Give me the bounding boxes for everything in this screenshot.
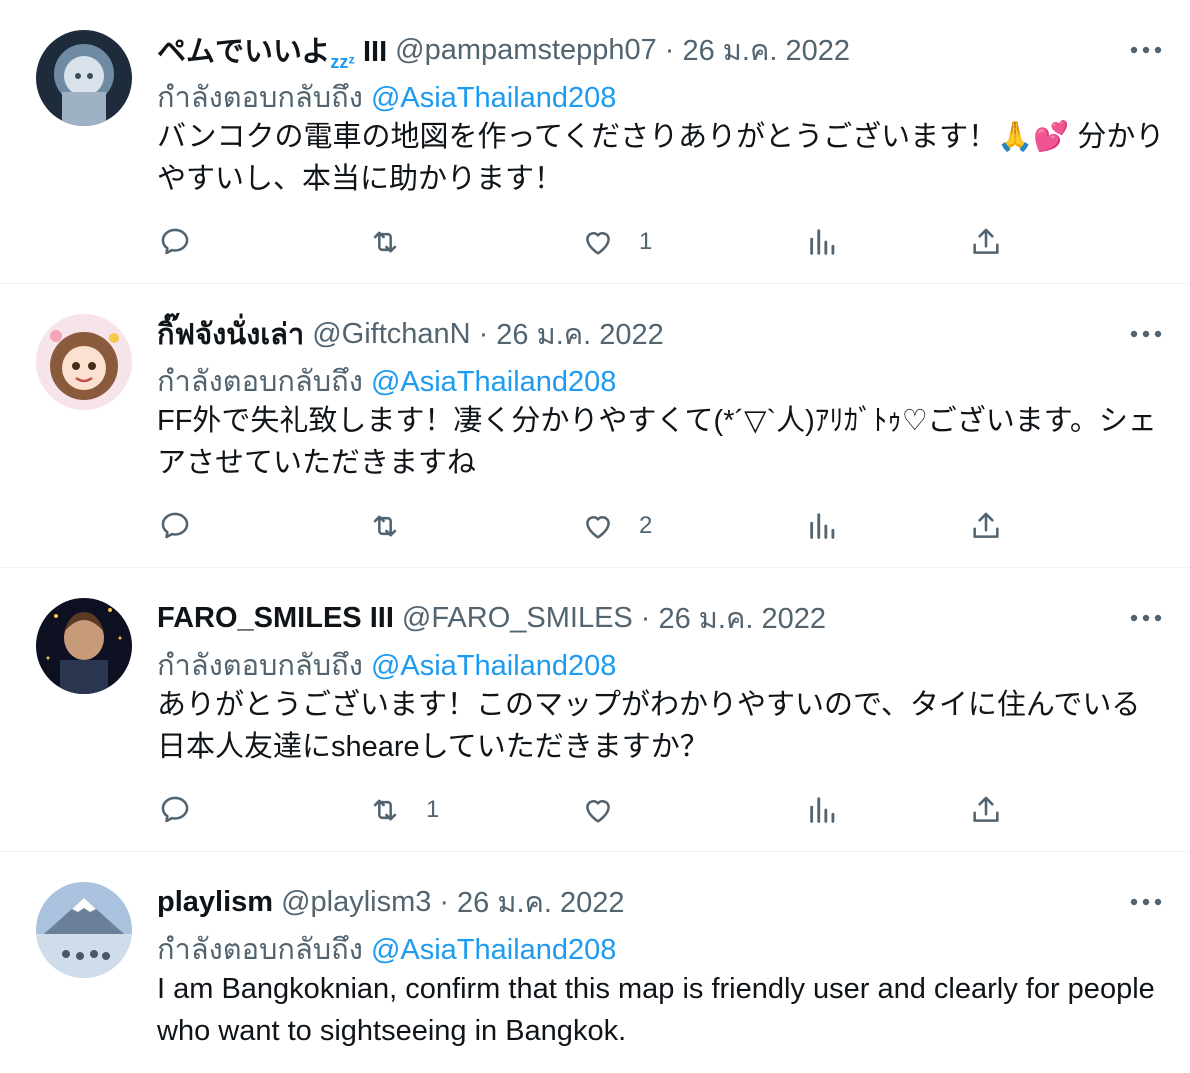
ellipsis-icon (1130, 614, 1162, 622)
tweet-actions: 2 (0, 506, 1190, 546)
display-name-text: ペムでいいよ (157, 35, 331, 68)
reply-button[interactable] (158, 790, 216, 830)
replying-to-mention[interactable]: @AsiaThailand208 (371, 82, 616, 114)
more-options-button[interactable] (1126, 604, 1166, 632)
tweet[interactable]: กิ๊ฟจังนั่งเล่า @GiftchanN · 26 ม.ค. 202… (0, 284, 1190, 568)
reply-feed: ペムでいいよzzᶻ III @pampamstepph07 · 26 ม.ค. … (0, 0, 1190, 1073)
tweet[interactable]: ペムでいいよzzᶻ III @pampamstepph07 · 26 ม.ค. … (0, 0, 1190, 284)
tweet-header: playlism @playlism3 · 26 ม.ค. 2022 (157, 880, 1130, 924)
display-name[interactable]: FARO_SMILES III (157, 602, 394, 635)
bar-chart-icon (810, 513, 835, 539)
share-button[interactable] (969, 506, 1003, 546)
separator-dot: · (640, 601, 651, 634)
share-button[interactable] (969, 222, 1003, 262)
heart-icon (586, 232, 610, 255)
like-count: 2 (639, 512, 653, 539)
replying-to-label: กำลังตอบกลับถึง (157, 650, 363, 682)
separator-dot: · (664, 33, 675, 66)
reply-button[interactable] (158, 506, 216, 546)
like-count: 1 (639, 228, 653, 255)
replying-to: กำลังตอบกลับถึง @AsiaThailand208 (157, 358, 616, 404)
retweet-arrows-icon (373, 231, 397, 253)
name-badge: III (363, 35, 388, 68)
bar-chart-icon (810, 229, 835, 255)
ellipsis-icon (1130, 330, 1162, 338)
ellipsis-icon (1130, 46, 1162, 54)
more-options-button[interactable] (1126, 36, 1166, 64)
reply-button[interactable] (158, 222, 216, 262)
avatar[interactable] (36, 314, 132, 410)
tweet-date[interactable]: 26 ม.ค. 2022 (457, 879, 625, 925)
upload-arrow-icon (973, 512, 999, 538)
tweet-text: ありがとうございます！このマップがわかりやすいので、タイに住んでいる日本人友達に… (157, 689, 1141, 763)
user-handle[interactable]: @GiftchanN (312, 318, 470, 351)
retweet-button[interactable] (368, 222, 426, 262)
replying-to-label: กำลังตอบกลับถึง (157, 366, 363, 398)
like-button[interactable] (581, 790, 639, 830)
bar-chart-icon (810, 797, 835, 823)
speech-bubble-icon (161, 228, 189, 255)
speech-bubble-icon (161, 796, 189, 823)
replying-to: กำลังตอบกลับถึง @AsiaThailand208 (157, 642, 616, 688)
heart-icon (586, 800, 610, 823)
retweet-arrows-icon (373, 515, 397, 537)
replying-to-label: กำลังตอบกลับถึง (157, 82, 363, 114)
sleep-emoji: zzᶻ (330, 51, 355, 72)
tweet-date[interactable]: 26 ม.ค. 2022 (658, 595, 826, 641)
like-button[interactable]: 2 (581, 506, 652, 546)
display-name[interactable]: กิ๊ฟจังนั่งเล่า (157, 311, 304, 357)
views-button[interactable] (806, 222, 840, 262)
separator-dot: · (439, 885, 450, 918)
tweet-actions: 1 (0, 222, 1190, 262)
replying-to-mention[interactable]: @AsiaThailand208 (371, 650, 616, 682)
user-handle[interactable]: @pampamstepph07 (395, 34, 657, 67)
display-name[interactable]: ペムでいいよzzᶻ III (157, 28, 387, 73)
retweet-button[interactable] (368, 506, 426, 546)
tweet-text: FF外で失礼致します！凄く分かりやすくて(*´▽`人)ｱﾘｶﾞﾄｩ♡ございます。… (157, 405, 1157, 479)
share-button[interactable] (969, 790, 1003, 830)
replying-to-label: กำลังตอบกลับถึง (157, 934, 363, 966)
retweet-count: 1 (426, 796, 440, 823)
tweet[interactable]: playlism @playlism3 · 26 ม.ค. 2022 กำลัง… (0, 852, 1190, 1073)
tweet-header: กิ๊ฟจังนั่งเล่า @GiftchanN · 26 ม.ค. 202… (157, 312, 1130, 356)
speech-bubble-icon (161, 512, 189, 539)
avatar[interactable] (36, 882, 132, 978)
like-button[interactable]: 1 (581, 222, 652, 262)
tweet-date[interactable]: 26 ม.ค. 2022 (496, 311, 664, 357)
retweet-button[interactable]: 1 (368, 790, 439, 830)
views-button[interactable] (806, 506, 840, 546)
tweet-text: バンコクの電車の地図を作ってくださりありがとうございます！🙏💕 分かりやすいし、… (157, 121, 1165, 195)
replying-to: กำลังตอบกลับถึง @AsiaThailand208 (157, 74, 616, 120)
tweet-header: ペムでいいよzzᶻ III @pampamstepph07 · 26 ม.ค. … (157, 28, 1130, 72)
tweet[interactable]: FARO_SMILES III @FARO_SMILES · 26 ม.ค. 2… (0, 568, 1190, 852)
replying-to-mention[interactable]: @AsiaThailand208 (371, 366, 616, 398)
avatar[interactable] (36, 30, 132, 126)
upload-arrow-icon (973, 228, 999, 254)
tweet-text: I am Bangkoknian, confirm that this map … (157, 973, 1155, 1047)
user-handle[interactable]: @playlism3 (281, 886, 431, 919)
user-handle[interactable]: @FARO_SMILES (402, 602, 633, 635)
ellipsis-icon (1130, 898, 1162, 906)
replying-to: กำลังตอบกลับถึง @AsiaThailand208 (157, 926, 616, 972)
tweet-header: FARO_SMILES III @FARO_SMILES · 26 ม.ค. 2… (157, 596, 1130, 640)
replying-to-mention[interactable]: @AsiaThailand208 (371, 934, 616, 966)
separator-dot: · (478, 317, 489, 350)
upload-arrow-icon (973, 796, 999, 822)
retweet-arrows-icon (373, 799, 397, 821)
tweet-date[interactable]: 26 ม.ค. 2022 (682, 27, 850, 73)
heart-icon (586, 516, 610, 539)
avatar[interactable] (36, 598, 132, 694)
views-button[interactable] (806, 790, 840, 830)
tweet-actions: 1 (0, 790, 1190, 830)
more-options-button[interactable] (1126, 888, 1166, 916)
display-name[interactable]: playlism (157, 886, 273, 919)
more-options-button[interactable] (1126, 320, 1166, 348)
